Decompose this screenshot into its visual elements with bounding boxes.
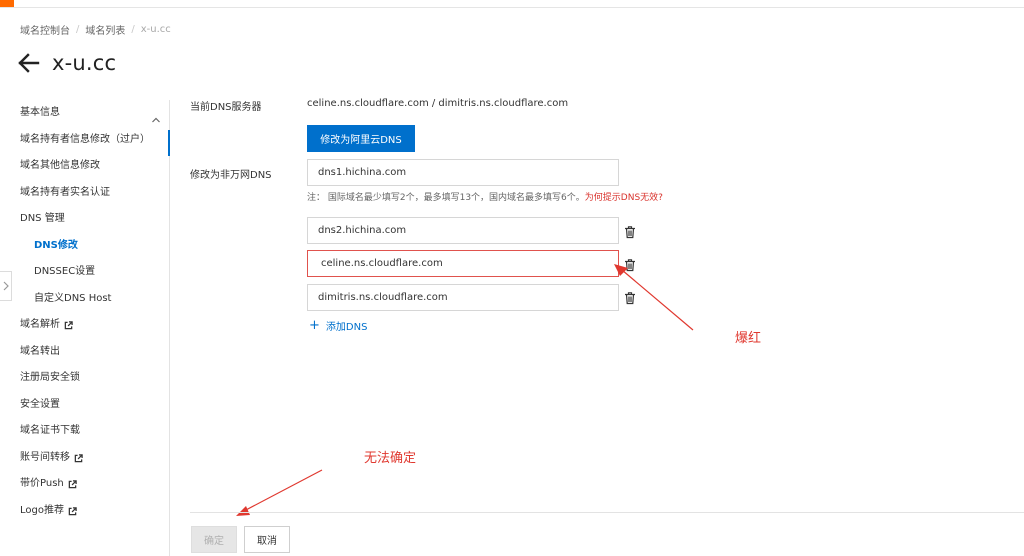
annotation-arrow-to-confirm bbox=[236, 469, 323, 516]
brand-accent bbox=[0, 0, 14, 7]
add-dns-label: 添加DNS bbox=[325, 322, 368, 333]
footer-divider bbox=[190, 512, 1024, 513]
sidebar-item-account-transfer[interactable]: 账号间转移 bbox=[20, 448, 83, 468]
sidebar-item-label: 域名转出 bbox=[20, 346, 60, 357]
page-title: x-u.cc bbox=[52, 51, 117, 75]
sidebar-item-real-name[interactable]: 域名持有者实名认证 bbox=[20, 183, 110, 203]
dns-input-2[interactable] bbox=[307, 217, 619, 244]
sidebar-item-label: 域名其他信息修改 bbox=[20, 160, 100, 171]
sidebar-active-indicator bbox=[168, 130, 170, 156]
sidebar: 基本信息 域名持有者信息修改（过户） 域名其他信息修改 域名持有者实名认证 DN… bbox=[0, 100, 170, 556]
sidebar-item-dns-management[interactable]: DNS 管理 bbox=[20, 209, 65, 229]
sidebar-item-label: 安全设置 bbox=[20, 399, 60, 410]
annotation-red-border: 爆红 bbox=[735, 331, 762, 346]
sidebar-item-label: 账号间转移 bbox=[20, 452, 70, 463]
breadcrumb-domain-console[interactable]: 域名控制台 bbox=[20, 22, 70, 37]
sidebar-item-label: 带价Push bbox=[20, 478, 64, 489]
sidebar-item-label: 域名解析 bbox=[20, 319, 60, 330]
sidebar-item-label: 注册局安全锁 bbox=[20, 372, 80, 383]
sidebar-item-label: 域名持有者信息修改（过户） bbox=[20, 134, 150, 145]
switch-to-aliyun-dns-button[interactable]: 修改为阿里云DNS bbox=[307, 125, 415, 152]
sidebar-item-label: DNS 管理 bbox=[20, 213, 65, 224]
dns-input-3[interactable] bbox=[307, 250, 619, 277]
page-header: x-u.cc bbox=[18, 50, 116, 76]
sidebar-item-custom-dns-host[interactable]: 自定义DNS Host bbox=[34, 289, 111, 309]
current-dns-label: 当前DNS服务器 bbox=[190, 102, 262, 113]
trash-icon[interactable] bbox=[624, 225, 636, 239]
dns-hint-text: 注： 国际域名最少填写2个，最多填写13个，国内域名最多填写6个。 bbox=[307, 193, 585, 203]
sidebar-item-label: DNS修改 bbox=[34, 240, 78, 251]
modify-dns-label: 修改为非万网DNS bbox=[190, 170, 272, 181]
sidebar-item-label: Logo推荐 bbox=[20, 505, 64, 516]
sidebar-item-dns-resolve[interactable]: 域名解析 bbox=[20, 315, 73, 335]
chevron-up-icon[interactable] bbox=[151, 116, 161, 124]
annotation-cannot-confirm: 无法确定 bbox=[364, 451, 417, 466]
external-link-icon bbox=[68, 506, 77, 515]
sidebar-collapse-toggle[interactable] bbox=[0, 271, 12, 301]
sidebar-item-holder-transfer[interactable]: 域名持有者信息修改（过户） bbox=[20, 130, 150, 150]
confirm-button[interactable]: 确定 bbox=[191, 526, 237, 553]
dns-input-1[interactable] bbox=[307, 159, 619, 186]
breadcrumb-separator: / bbox=[76, 24, 80, 35]
external-link-icon bbox=[64, 320, 73, 329]
external-link-icon bbox=[74, 453, 83, 462]
top-bar bbox=[0, 0, 1024, 8]
arrow-left-icon[interactable] bbox=[18, 50, 40, 76]
sidebar-item-security[interactable]: 安全设置 bbox=[20, 395, 60, 415]
sidebar-item-label: 自定义DNS Host bbox=[34, 293, 112, 304]
sidebar-item-basic-info[interactable]: 基本信息 bbox=[20, 103, 60, 123]
sidebar-item-certificate[interactable]: 域名证书下载 bbox=[20, 421, 80, 441]
breadcrumb-current: x-u.cc bbox=[140, 24, 171, 35]
sidebar-item-label: DNSSEC设置 bbox=[34, 266, 96, 277]
external-link-icon bbox=[68, 479, 77, 488]
breadcrumb-domain-list[interactable]: 域名列表 bbox=[85, 22, 125, 37]
dns-hint: 注： 国际域名最少填写2个，最多填写13个，国内域名最多填写6个。为何提示DNS… bbox=[307, 190, 663, 203]
breadcrumb-separator: / bbox=[131, 24, 135, 35]
add-dns-button[interactable]: + 添加DNS bbox=[309, 317, 368, 334]
plus-icon: + bbox=[309, 317, 320, 333]
sidebar-item-dnssec[interactable]: DNSSEC设置 bbox=[34, 262, 95, 282]
trash-icon[interactable] bbox=[624, 258, 636, 272]
sidebar-item-logo-recommend[interactable]: Logo推荐 bbox=[20, 501, 77, 521]
breadcrumb: 域名控制台 / 域名列表 / x-u.cc bbox=[20, 22, 171, 37]
dns-input-4[interactable] bbox=[307, 284, 619, 311]
sidebar-item-price-push[interactable]: 带价Push bbox=[20, 474, 77, 494]
current-dns-value: celine.ns.cloudflare.com / dimitris.ns.c… bbox=[307, 98, 569, 109]
sidebar-item-label: 基本信息 bbox=[20, 107, 60, 118]
sidebar-item-label: 域名持有者实名认证 bbox=[20, 187, 110, 198]
sidebar-item-label: 域名证书下载 bbox=[20, 425, 80, 436]
sidebar-item-dns-modify[interactable]: DNS修改 bbox=[34, 236, 78, 256]
trash-icon[interactable] bbox=[624, 291, 636, 305]
sidebar-item-registry-lock[interactable]: 注册局安全锁 bbox=[20, 368, 80, 388]
sidebar-item-other-info[interactable]: 域名其他信息修改 bbox=[20, 156, 100, 176]
sidebar-item-transfer-out[interactable]: 域名转出 bbox=[20, 342, 60, 362]
cancel-button[interactable]: 取消 bbox=[244, 526, 290, 553]
dns-invalid-help-link[interactable]: 为何提示DNS无效? bbox=[585, 193, 663, 203]
chevron-right-icon bbox=[3, 281, 9, 291]
